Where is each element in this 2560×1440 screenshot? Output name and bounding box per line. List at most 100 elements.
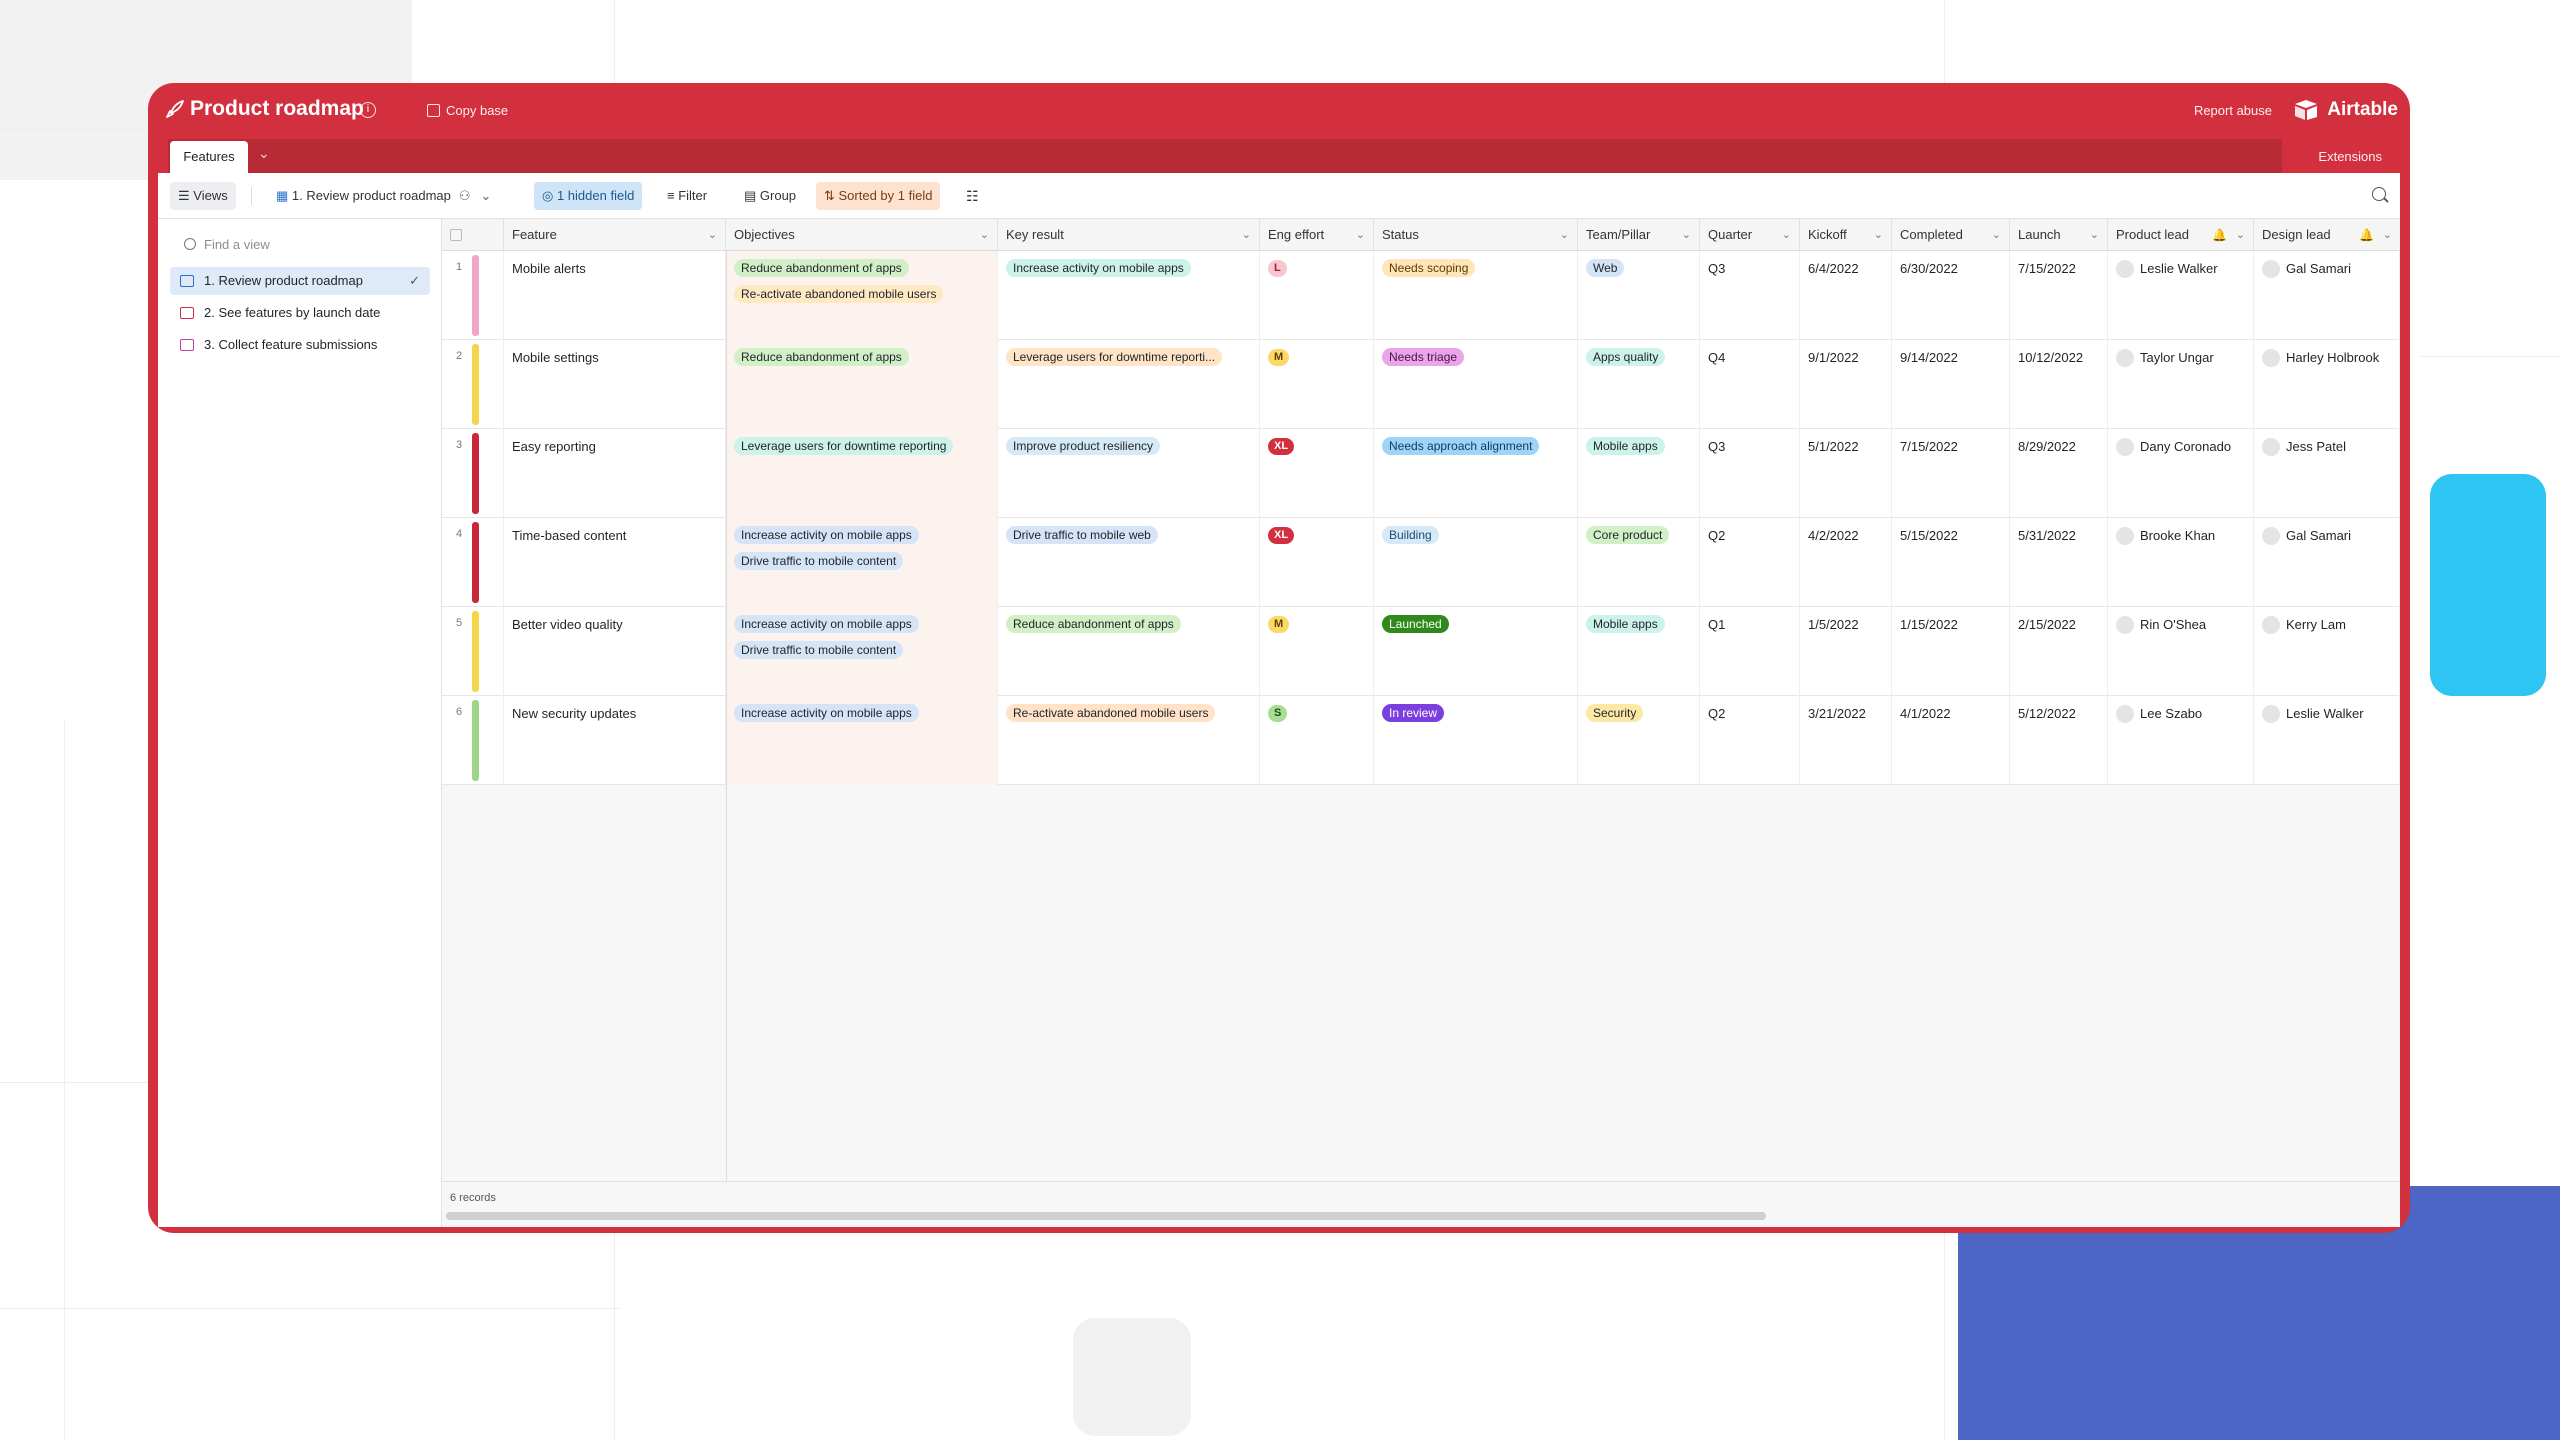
table-row[interactable]: 5 Better video quality Increase activity o… <box>442 607 2400 696</box>
cell-feature[interactable]: Mobile alerts <box>504 251 726 340</box>
cell-effort[interactable]: M <box>1260 607 1374 696</box>
info-icon[interactable]: i <box>360 102 376 118</box>
cell-launch[interactable]: 5/31/2022 <box>2010 518 2108 607</box>
cell-quarter[interactable]: Q1 <box>1700 607 1800 696</box>
copy-base-button[interactable]: Copy base <box>446 103 508 118</box>
cell-team[interactable]: Web <box>1578 251 1700 340</box>
cell-objectives[interactable]: Increase activity on mobile apps Drive tr… <box>726 518 998 607</box>
cell-kickoff[interactable]: 4/2/2022 <box>1800 518 1892 607</box>
views-toggle-button[interactable]: ☰ Views <box>170 182 236 210</box>
cell-status[interactable]: Needs triage <box>1374 340 1578 429</box>
cell-launch[interactable]: 7/15/2022 <box>2010 251 2108 340</box>
cell-product-lead[interactable]: Brooke Khan <box>2108 518 2254 607</box>
cell-effort[interactable]: M <box>1260 340 1374 429</box>
column-header-eng-effort[interactable]: Eng effort ⌄ <box>1260 219 1374 251</box>
sidebar-item-launch-date[interactable]: 2. See features by launch date <box>170 299 430 327</box>
cell-design-lead[interactable]: Kerry Lam <box>2254 607 2400 696</box>
cell-key-result[interactable]: Increase activity on mobile apps <box>998 251 1260 340</box>
select-all-checkbox[interactable] <box>442 219 504 251</box>
base-title[interactable]: Product roadmap <box>190 97 364 121</box>
hide-fields-button[interactable]: ◎ 1 hidden field <box>534 182 643 210</box>
cell-kickoff[interactable]: 3/21/2022 <box>1800 696 1892 785</box>
column-header-kickoff[interactable]: Kickoff ⌄ <box>1800 219 1892 251</box>
cell-completed[interactable]: 5/15/2022 <box>1892 518 2010 607</box>
cell-objectives[interactable]: Leverage users for downtime reporting <box>726 429 998 518</box>
cell-status[interactable]: Building <box>1374 518 1578 607</box>
cell-key-result[interactable]: Drive traffic to mobile web <box>998 518 1260 607</box>
cell-key-result[interactable]: Reduce abandonment of apps <box>998 607 1260 696</box>
cell-product-lead[interactable]: Rin O'Shea <box>2108 607 2254 696</box>
find-view-input[interactable]: Find a view <box>184 237 270 252</box>
cell-feature[interactable]: Time-based content <box>504 518 726 607</box>
cell-n[interactable]: 2 <box>442 340 504 429</box>
column-header-feature[interactable]: Feature ⌄ <box>504 219 726 251</box>
cell-kickoff[interactable]: 9/1/2022 <box>1800 340 1892 429</box>
column-header-product-lead[interactable]: Product lead 🔔 ⌄ <box>2108 219 2254 251</box>
cell-objectives[interactable]: Increase activity on mobile apps <box>726 696 998 785</box>
cell-quarter[interactable]: Q3 <box>1700 429 1800 518</box>
cell-team[interactable]: Mobile apps <box>1578 607 1700 696</box>
cell-completed[interactable]: 6/30/2022 <box>1892 251 2010 340</box>
cell-kickoff[interactable]: 5/1/2022 <box>1800 429 1892 518</box>
cell-quarter[interactable]: Q2 <box>1700 696 1800 785</box>
cell-team[interactable]: Security <box>1578 696 1700 785</box>
cell-key-result[interactable]: Improve product resiliency <box>998 429 1260 518</box>
cell-team[interactable]: Mobile apps <box>1578 429 1700 518</box>
cell-n[interactable]: 4 <box>442 518 504 607</box>
column-header-key-result[interactable]: Key result ⌄ <box>998 219 1260 251</box>
cell-status[interactable]: In review <box>1374 696 1578 785</box>
cell-team[interactable]: Core product <box>1578 518 1700 607</box>
cell-design-lead[interactable]: Harley Holbrook <box>2254 340 2400 429</box>
cell-product-lead[interactable]: Leslie Walker <box>2108 251 2254 340</box>
cell-effort[interactable]: XL <box>1260 429 1374 518</box>
table-row[interactable]: 2 Mobile settings Reduce abandonment of ap… <box>442 340 2400 429</box>
table-row[interactable]: 6 New security updates Increase activity o… <box>442 696 2400 785</box>
report-abuse-link[interactable]: Report abuse <box>2194 103 2272 118</box>
search-icon[interactable] <box>2372 187 2386 201</box>
column-header-team[interactable]: Team/Pillar ⌄ <box>1578 219 1700 251</box>
current-view-button[interactable]: ▦ 1. Review product roadmap ⚇ ⌄ <box>268 182 499 210</box>
cell-status[interactable]: Needs scoping <box>1374 251 1578 340</box>
cell-n[interactable]: 6 <box>442 696 504 785</box>
sidebar-item-review-roadmap[interactable]: 1. Review product roadmap ✓ <box>170 267 430 295</box>
cell-completed[interactable]: 7/15/2022 <box>1892 429 2010 518</box>
cell-feature[interactable]: Mobile settings <box>504 340 726 429</box>
cell-effort[interactable]: L <box>1260 251 1374 340</box>
filter-button[interactable]: ≡ Filter <box>659 182 715 210</box>
cell-status[interactable]: Launched <box>1374 607 1578 696</box>
cell-status[interactable]: Needs approach alignment <box>1374 429 1578 518</box>
table-row[interactable]: 3 Easy reporting Leverage users for downti… <box>442 429 2400 518</box>
cell-kickoff[interactable]: 6/4/2022 <box>1800 251 1892 340</box>
extensions-button[interactable]: Extensions <box>2318 149 2382 164</box>
column-header-quarter[interactable]: Quarter ⌄ <box>1700 219 1800 251</box>
cell-key-result[interactable]: Leverage users for downtime reporti... <box>998 340 1260 429</box>
cell-launch[interactable]: 10/12/2022 <box>2010 340 2108 429</box>
cell-effort[interactable]: XL <box>1260 518 1374 607</box>
row-height-button[interactable]: ☷ <box>958 182 987 210</box>
tab-features[interactable]: Features <box>170 141 248 173</box>
table-row[interactable]: 4 Time-based content Increase activity on … <box>442 518 2400 607</box>
cell-objectives[interactable]: Reduce abandonment of apps <box>726 340 998 429</box>
cell-n[interactable]: 3 <box>442 429 504 518</box>
cell-completed[interactable]: 9/14/2022 <box>1892 340 2010 429</box>
column-header-completed[interactable]: Completed ⌄ <box>1892 219 2010 251</box>
cell-launch[interactable]: 8/29/2022 <box>2010 429 2108 518</box>
column-header-status[interactable]: Status ⌄ <box>1374 219 1578 251</box>
column-header-design-lead[interactable]: Design lead 🔔 ⌄ <box>2254 219 2400 251</box>
cell-feature[interactable]: Better video quality <box>504 607 726 696</box>
cell-objectives[interactable]: Reduce abandonment of apps Re-activate ab… <box>726 251 998 340</box>
sort-button[interactable]: ⇅ Sorted by 1 field <box>816 182 941 210</box>
cell-design-lead[interactable]: Leslie Walker <box>2254 696 2400 785</box>
cell-completed[interactable]: 1/15/2022 <box>1892 607 2010 696</box>
cell-design-lead[interactable]: Jess Patel <box>2254 429 2400 518</box>
table-row[interactable]: 1 Mobile alerts Reduce abandonment of apps… <box>442 251 2400 340</box>
airtable-logo-text[interactable]: Airtable <box>2327 99 2398 121</box>
cell-product-lead[interactable]: Lee Szabo <box>2108 696 2254 785</box>
cell-effort[interactable]: S <box>1260 696 1374 785</box>
cell-product-lead[interactable]: Dany Coronado <box>2108 429 2254 518</box>
cell-feature[interactable]: New security updates <box>504 696 726 785</box>
cell-team[interactable]: Apps quality <box>1578 340 1700 429</box>
horizontal-scrollbar[interactable] <box>446 1212 1766 1220</box>
cell-quarter[interactable]: Q3 <box>1700 251 1800 340</box>
cell-launch[interactable]: 5/12/2022 <box>2010 696 2108 785</box>
